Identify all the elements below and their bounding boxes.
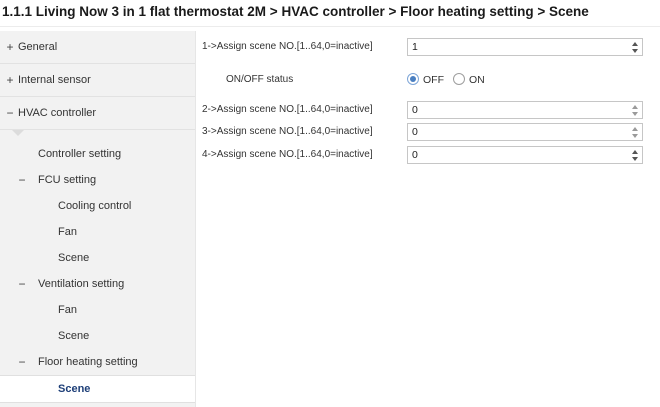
spin-arrows-icon[interactable]	[631, 148, 639, 162]
expand-plus-icon[interactable]: +	[4, 31, 16, 63]
radio-unchecked-icon[interactable]	[453, 73, 465, 85]
param-label: 2->Assign scene NO.[1..64,0=inactive]	[202, 104, 373, 115]
param-label: 3->Assign scene NO.[1..64,0=inactive]	[202, 126, 373, 137]
radio-label: OFF	[423, 74, 444, 86]
sidebar-item-label: Controller setting	[38, 148, 122, 160]
sidebar-item-label: Scene	[58, 330, 90, 342]
sidebar-item-label: General	[18, 41, 58, 53]
sidebar-item-floor-heating-setting[interactable]: − Floor heating setting	[0, 349, 195, 375]
scene-1-number-input[interactable]: 1	[407, 38, 643, 56]
spin-arrows-icon[interactable]	[631, 103, 639, 117]
scene-4-number-input[interactable]: 0	[407, 146, 643, 164]
sidebar-item-cooling-control[interactable]: Cooling control	[0, 193, 195, 219]
sidebar-item-label: Cooling control	[58, 200, 132, 212]
param-label: 4->Assign scene NO.[1..64,0=inactive]	[202, 149, 373, 160]
parameter-panel: 1->Assign scene NO.[1..64,0=inactive] 1 …	[196, 31, 660, 407]
sidebar-item-ventilation-setting[interactable]: − Ventilation setting	[0, 271, 195, 297]
scene-3-number-input[interactable]: 0	[407, 123, 643, 141]
sidebar-item-ventilation-scene[interactable]: Scene	[0, 323, 195, 349]
sidebar-nav: + General + Internal sensor − HVAC contr…	[0, 31, 196, 407]
param-label: 1->Assign scene NO.[1..64,0=inactive]	[202, 41, 373, 52]
sidebar-item-label: Internal sensor	[18, 74, 91, 86]
param-label: ON/OFF status	[226, 74, 294, 85]
sidebar-item-general[interactable]: + General	[0, 31, 195, 64]
sidebar-item-floor-heating-scene[interactable]: Scene	[0, 375, 195, 403]
sidebar-item-controller-setting[interactable]: Controller setting	[0, 141, 195, 167]
sidebar-item-label: Floor heating setting	[38, 356, 138, 368]
sidebar-item-fcu-scene[interactable]: Scene	[0, 245, 195, 271]
spin-value: 0	[412, 126, 418, 138]
spin-value: 1	[412, 41, 418, 53]
collapse-minus-icon[interactable]: −	[4, 97, 16, 129]
sidebar-item-label: FCU setting	[38, 174, 97, 186]
collapse-minus-icon[interactable]: −	[16, 167, 28, 193]
sidebar-item-label: Fan	[58, 226, 77, 238]
sidebar-item-label: HVAC controller	[18, 107, 97, 119]
collapse-minus-icon[interactable]: −	[16, 349, 28, 375]
collapse-minus-icon[interactable]: −	[16, 271, 28, 297]
radio-checked-icon[interactable]	[407, 73, 419, 85]
expand-plus-icon[interactable]: +	[4, 64, 16, 96]
scene-2-number-input[interactable]: 0	[407, 101, 643, 119]
spin-arrows-icon[interactable]	[631, 125, 639, 139]
sidebar-item-internal-sensor[interactable]: + Internal sensor	[0, 64, 195, 97]
sidebar-item-ventilation-fan[interactable]: Fan	[0, 297, 195, 323]
caret-down-icon	[12, 130, 24, 136]
sidebar-item-label: Fan	[58, 304, 77, 316]
sidebar-item-hvac-controller[interactable]: − HVAC controller	[0, 97, 195, 130]
spin-arrows-icon[interactable]	[631, 40, 639, 54]
spin-value: 0	[412, 149, 418, 161]
spin-value: 0	[412, 104, 418, 116]
breadcrumb-title: 1.1.1 Living Now 3 in 1 flat thermostat …	[0, 0, 660, 27]
sidebar-item-fcu-fan[interactable]: Fan	[0, 219, 195, 245]
sidebar-item-label: Scene	[58, 383, 91, 395]
radio-label: ON	[469, 74, 485, 86]
sidebar-item-label: Scene	[58, 252, 90, 264]
sidebar-item-label: Ventilation setting	[38, 278, 125, 290]
sidebar-item-fcu-setting[interactable]: − FCU setting	[0, 167, 195, 193]
